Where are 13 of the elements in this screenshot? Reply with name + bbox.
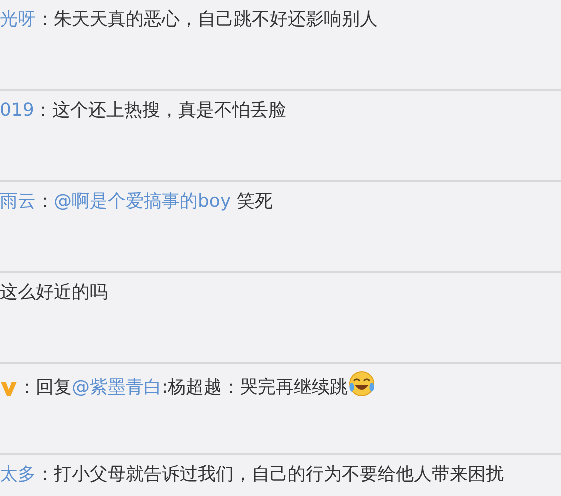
mention-link[interactable]: @紫墨青白 xyxy=(72,377,162,398)
mention-link[interactable]: @啊是个爱搞事的boy xyxy=(54,191,232,212)
username-link[interactable]: 雨云 xyxy=(0,191,36,212)
username-link[interactable]: 太多 xyxy=(0,464,36,485)
username-link[interactable]: 光呀 xyxy=(0,9,36,30)
comment-text: 这么好近的吗 xyxy=(0,281,108,305)
comment-text: 太多：打小父母就告诉过我们，自己的行为不要给他人带来困扰 xyxy=(0,463,504,487)
comment-text: ：回复@紫墨青白:杨超越：哭完再继续跳 xyxy=(0,364,376,402)
comment-text: 光呀：朱天天真的恶心，自己跳不好还影响别人 xyxy=(0,8,378,32)
comment-text: 019：这个还上热搜，真是不怕丢脸 xyxy=(0,99,286,123)
comment-text: 雨云：@啊是个爱搞事的boy 笑死 xyxy=(0,190,273,214)
username-link[interactable]: 019 xyxy=(0,100,34,121)
laughing-face-icon xyxy=(348,370,376,398)
